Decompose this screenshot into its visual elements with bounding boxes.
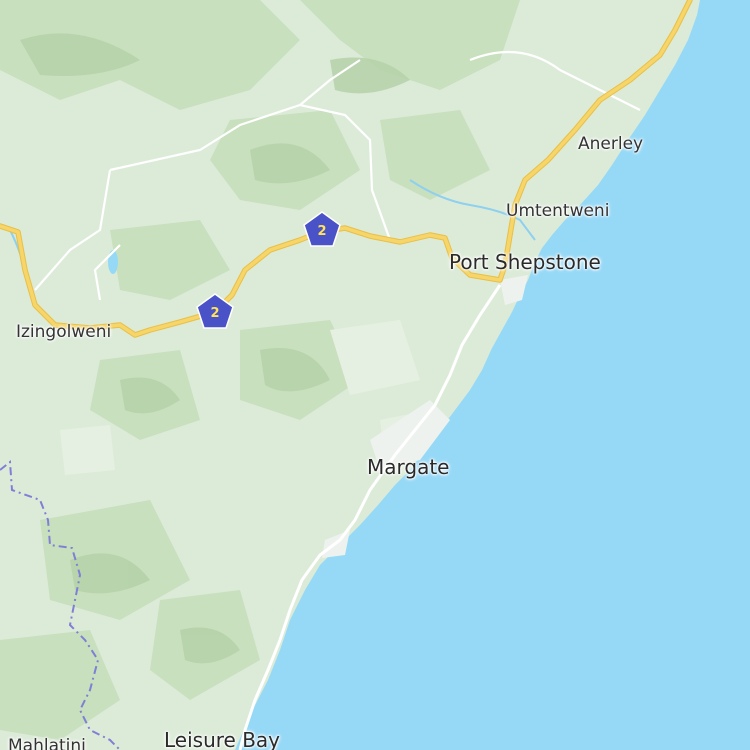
place-label-margate[interactable]: Margate	[367, 457, 449, 477]
place-label-port-shepstone[interactable]: Port Shepstone	[449, 252, 601, 272]
map-canvas: 2 2	[0, 0, 750, 750]
place-label-mahlatini[interactable]: Mahlatini	[8, 738, 86, 750]
map-view[interactable]: 2 2 Anerley Umtentweni Port Shepstone Iz…	[0, 0, 750, 750]
place-label-leisure-bay[interactable]: Leisure Bay	[164, 730, 280, 750]
place-label-anerley[interactable]: Anerley	[578, 136, 643, 153]
route-shield-label: 2	[317, 224, 326, 239]
place-label-izingolweni[interactable]: Izingolweni	[16, 324, 111, 341]
dam	[108, 250, 118, 274]
route-shield-label: 2	[210, 306, 219, 321]
place-label-umtentweni[interactable]: Umtentweni	[506, 203, 609, 220]
